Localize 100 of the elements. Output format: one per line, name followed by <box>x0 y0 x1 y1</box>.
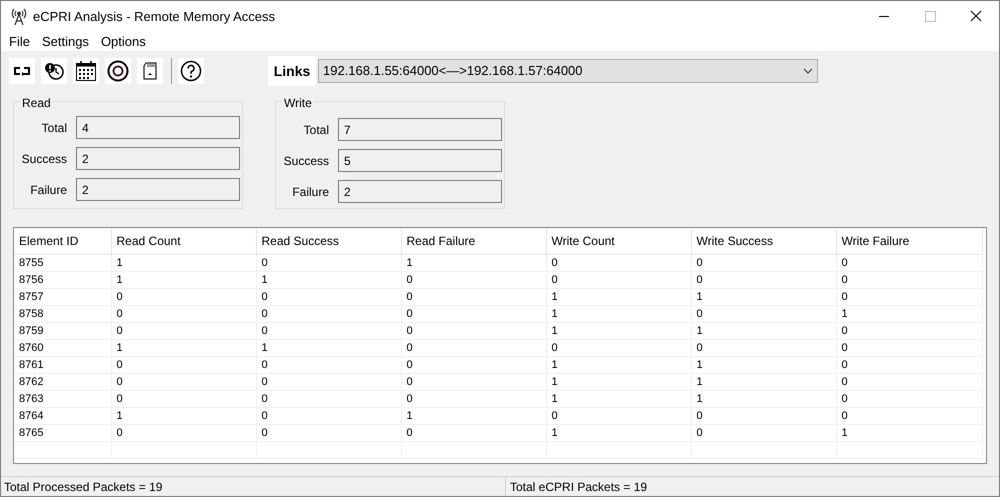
table-cell: 0 <box>111 424 256 441</box>
menu-item[interactable]: File <box>3 32 36 52</box>
table-cell: 1 <box>836 305 982 322</box>
table-cell: 1 <box>691 373 836 390</box>
column-header[interactable]: Read Count <box>111 228 256 254</box>
value-field[interactable]: 2 <box>76 178 240 201</box>
table-cell: 1 <box>111 339 256 356</box>
sd-card-icon[interactable] <box>137 58 163 84</box>
value-field[interactable]: 4 <box>76 116 240 139</box>
table-cell: 1 <box>256 271 401 288</box>
field-label: Failure <box>29 182 67 198</box>
column-header[interactable]: Write Success <box>691 228 836 254</box>
menu-item[interactable]: Options <box>94 32 152 52</box>
table-cell: 0 <box>401 288 546 305</box>
table-cell: 8755 <box>14 254 111 271</box>
table-cell: 8762 <box>14 373 111 390</box>
table-cell: 1 <box>546 305 691 322</box>
column-header[interactable]: Read Failure <box>401 228 546 254</box>
table-cell: 0 <box>401 339 546 356</box>
table-cell: 0 <box>256 373 401 390</box>
table-cell: 0 <box>256 390 401 407</box>
table-cell: 0 <box>836 356 982 373</box>
table-cell: 1 <box>546 373 691 390</box>
table-cell: 8758 <box>14 305 111 322</box>
table-cell: 0 <box>691 424 836 441</box>
table-cell: 0 <box>836 339 982 356</box>
table-cell: 0 <box>691 271 836 288</box>
status-text: Total Processed Packets = 19 <box>1 477 506 496</box>
table-cell: 1 <box>836 424 982 441</box>
table-cell: 0 <box>256 407 401 424</box>
field-label: Total <box>40 120 67 136</box>
loop-arrows-icon[interactable] <box>9 58 35 84</box>
value-field[interactable]: 7 <box>338 118 502 141</box>
table-cell: 0 <box>111 305 256 322</box>
table-cell: 0 <box>401 271 546 288</box>
table-cell: 1 <box>546 356 691 373</box>
table-cell: 0 <box>836 390 982 407</box>
value-field[interactable]: 2 <box>76 147 240 170</box>
column-header[interactable]: Element ID <box>14 228 111 254</box>
column-header[interactable]: Write Count <box>546 228 691 254</box>
table-cell: 8759 <box>14 322 111 339</box>
table-cell: 8764 <box>14 407 111 424</box>
table-cell: 0 <box>836 322 982 339</box>
calendar-icon[interactable] <box>73 58 99 84</box>
table-cell: 1 <box>546 322 691 339</box>
value-field[interactable]: 2 <box>338 180 502 203</box>
table-cell: 0 <box>401 390 546 407</box>
status-text: Total eCPRI Packets = 19 <box>509 478 648 496</box>
table-cell: 0 <box>836 271 982 288</box>
chevron-down-icon <box>803 68 813 74</box>
clock-info-icon[interactable] <box>41 58 67 84</box>
table-cell: 8757 <box>14 288 111 305</box>
table-cell: 0 <box>691 407 836 424</box>
table-cell: 0 <box>546 407 691 424</box>
table-cell: 1 <box>401 254 546 271</box>
table-cell: 1 <box>111 254 256 271</box>
table-cell: 1 <box>691 390 836 407</box>
table-cell: 0 <box>256 322 401 339</box>
table-cell: 0 <box>111 373 256 390</box>
value-field[interactable]: 5 <box>338 149 502 172</box>
antenna-icon <box>11 8 27 26</box>
table-cell: 0 <box>836 407 982 424</box>
table-cell: 0 <box>401 305 546 322</box>
help-icon[interactable] <box>178 58 204 84</box>
table-cell: 0 <box>401 373 546 390</box>
table-cell: 0 <box>546 271 691 288</box>
table-cell: 1 <box>111 407 256 424</box>
field-label: Failure <box>291 184 329 200</box>
menu-item[interactable]: Settings <box>36 32 95 52</box>
table-cell: 8761 <box>14 356 111 373</box>
table-cell: 0 <box>691 305 836 322</box>
table-cell: 0 <box>256 254 401 271</box>
table-cell: 0 <box>836 254 982 271</box>
table-cell: 0 <box>401 356 546 373</box>
column-header[interactable]: Write Failure <box>836 228 982 254</box>
table-cell: 0 <box>111 390 256 407</box>
links-dropdown[interactable]: 192.168.1.55:64000<—>192.168.1.57:64000 <box>318 59 818 83</box>
ring-icon[interactable] <box>105 58 131 84</box>
table-cell: 0 <box>401 424 546 441</box>
field-label: Total <box>302 122 329 138</box>
table-cell: 0 <box>256 424 401 441</box>
table-cell: 0 <box>256 288 401 305</box>
table-cell: 1 <box>546 390 691 407</box>
column-header[interactable]: Read Success <box>256 228 401 254</box>
table-cell: 0 <box>111 288 256 305</box>
table-cell: 8763 <box>14 390 111 407</box>
table-cell: 0 <box>691 254 836 271</box>
table-cell: 0 <box>691 339 836 356</box>
table-cell: 0 <box>401 322 546 339</box>
table-cell: 0 <box>836 288 982 305</box>
table-cell: 1 <box>256 339 401 356</box>
table-cell: 1 <box>401 407 546 424</box>
table-cell: 0 <box>111 356 256 373</box>
field-label: Success <box>20 150 67 168</box>
links-label: Links <box>268 56 316 86</box>
table-cell: 1 <box>691 356 836 373</box>
table-cell: 0 <box>256 305 401 322</box>
table-cell: 0 <box>546 339 691 356</box>
window-title: eCPRI Analysis - Remote Memory Access <box>33 8 276 26</box>
table-cell: 8760 <box>14 339 111 356</box>
